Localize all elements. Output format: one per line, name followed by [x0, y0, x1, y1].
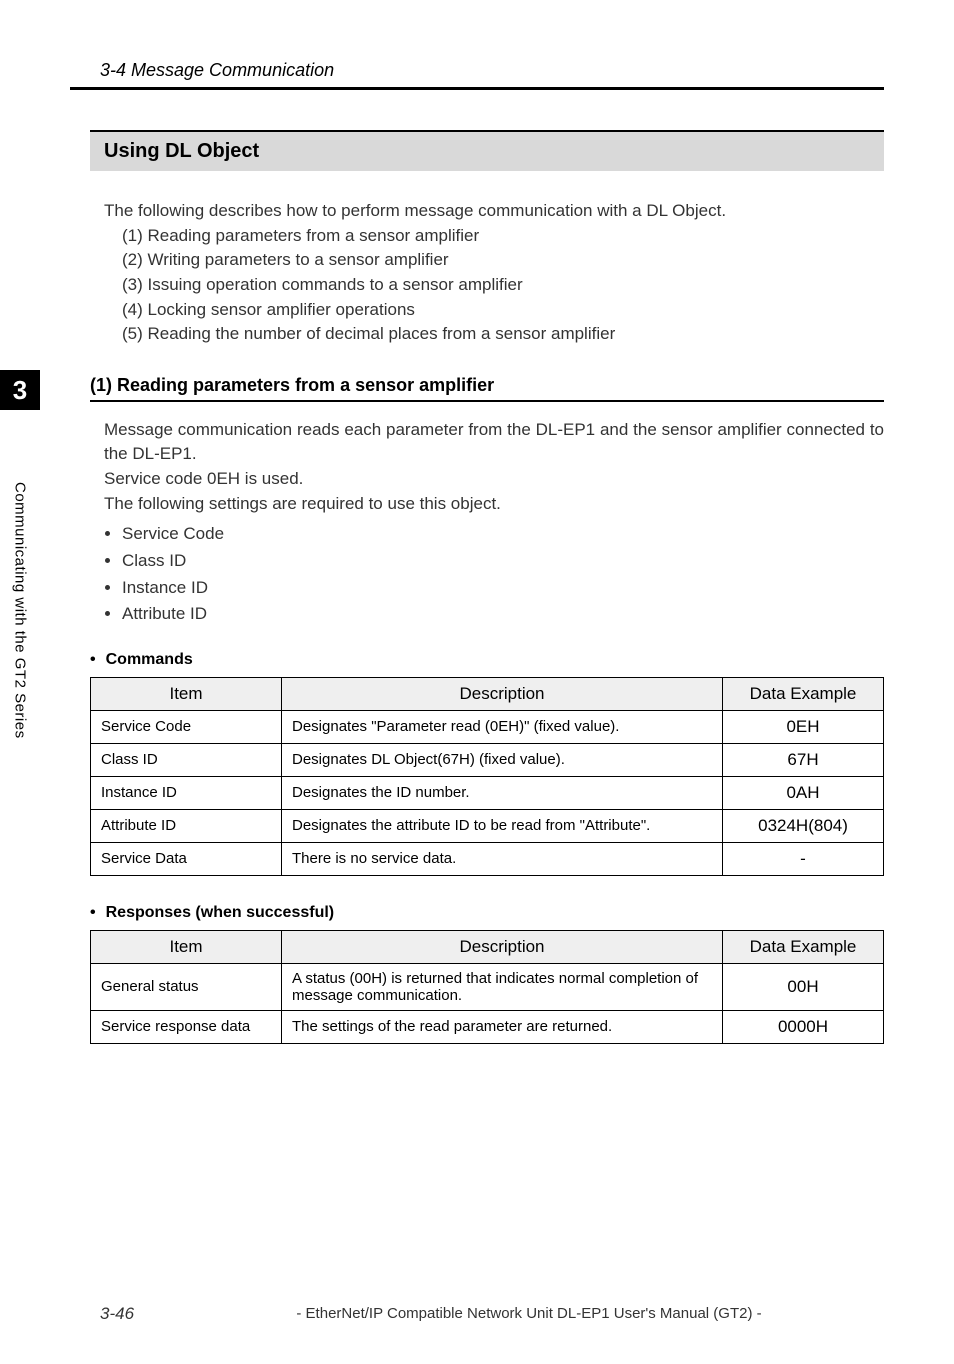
resp-desc: A status (00H) is returned that indicate… — [282, 963, 723, 1010]
commands-col-item: Item — [91, 677, 282, 710]
cmd-ex: 67H — [723, 743, 884, 776]
subsection-para-1: Message communication reads each paramet… — [104, 418, 884, 467]
subsection-para-2: Service code 0EH is used. — [104, 467, 884, 492]
intro-enum-4: (4) Locking sensor amplifier operations — [122, 298, 884, 323]
table-row: Instance ID Designates the ID number. 0A… — [91, 776, 884, 809]
table-row: General status A status (00H) is returne… — [91, 963, 884, 1010]
header-rule — [70, 87, 884, 90]
subsection-heading: (1) Reading parameters from a sensor amp… — [90, 375, 884, 396]
table-row: Service Data There is no service data. - — [91, 842, 884, 875]
subsection-body: Message communication reads each paramet… — [104, 418, 884, 627]
cmd-item: Instance ID — [91, 776, 282, 809]
cmd-desc: Designates DL Object(67H) (fixed value). — [282, 743, 723, 776]
table-row: Service response data The settings of th… — [91, 1010, 884, 1043]
intro-enum-3: (3) Issuing operation commands to a sens… — [122, 273, 884, 298]
section-intro: The following describes how to perform m… — [104, 199, 884, 347]
responses-heading: Responses (when successful) — [90, 904, 884, 922]
commands-col-desc: Description — [282, 677, 723, 710]
cmd-desc: Designates the ID number. — [282, 776, 723, 809]
table-row: Attribute ID Designates the attribute ID… — [91, 809, 884, 842]
list-item: Attribute ID — [122, 602, 884, 627]
responses-table: Item Description Data Example General st… — [90, 930, 884, 1044]
cmd-ex: - — [723, 842, 884, 875]
required-settings-list: Service Code Class ID Instance ID Attrib… — [104, 522, 884, 627]
responses-col-ex: Data Example — [723, 930, 884, 963]
table-row: Service Code Designates "Parameter read … — [91, 710, 884, 743]
cmd-ex: 0324H(804) — [723, 809, 884, 842]
cmd-desc: Designates the attribute ID to be read f… — [282, 809, 723, 842]
section-title: Using DL Object — [90, 130, 884, 171]
resp-ex: 0000H — [723, 1010, 884, 1043]
responses-col-desc: Description — [282, 930, 723, 963]
cmd-ex: 0AH — [723, 776, 884, 809]
resp-desc: The settings of the read parameter are r… — [282, 1010, 723, 1043]
commands-table: Item Description Data Example Service Co… — [90, 677, 884, 876]
table-row: Class ID Designates DL Object(67H) (fixe… — [91, 743, 884, 776]
cmd-desc: There is no service data. — [282, 842, 723, 875]
cmd-item: Class ID — [91, 743, 282, 776]
cmd-item: Service Code — [91, 710, 282, 743]
list-item: Instance ID — [122, 576, 884, 601]
cmd-item: Service Data — [91, 842, 282, 875]
resp-item: General status — [91, 963, 282, 1010]
intro-lead: The following describes how to perform m… — [104, 199, 884, 224]
cmd-ex: 0EH — [723, 710, 884, 743]
list-item: Service Code — [122, 522, 884, 547]
list-item: Class ID — [122, 549, 884, 574]
subsection-rule — [90, 400, 884, 402]
commands-col-ex: Data Example — [723, 677, 884, 710]
page-footer: 3-46 - EtherNet/IP Compatible Network Un… — [70, 1304, 884, 1324]
responses-col-item: Item — [91, 930, 282, 963]
intro-enum-5: (5) Reading the number of decimal places… — [122, 322, 884, 347]
resp-item: Service response data — [91, 1010, 282, 1043]
running-header: 3-4 Message Communication — [100, 60, 884, 81]
page-number: 3-46 — [100, 1304, 134, 1324]
intro-enum-1: (1) Reading parameters from a sensor amp… — [122, 224, 884, 249]
resp-ex: 00H — [723, 963, 884, 1010]
commands-heading: Commands — [90, 651, 884, 669]
intro-enum-2: (2) Writing parameters to a sensor ampli… — [122, 248, 884, 273]
footer-title: - EtherNet/IP Compatible Network Unit DL… — [174, 1305, 884, 1322]
cmd-desc: Designates "Parameter read (0EH)" (fixed… — [282, 710, 723, 743]
cmd-item: Attribute ID — [91, 809, 282, 842]
subsection-para-3: The following settings are required to u… — [104, 492, 884, 517]
